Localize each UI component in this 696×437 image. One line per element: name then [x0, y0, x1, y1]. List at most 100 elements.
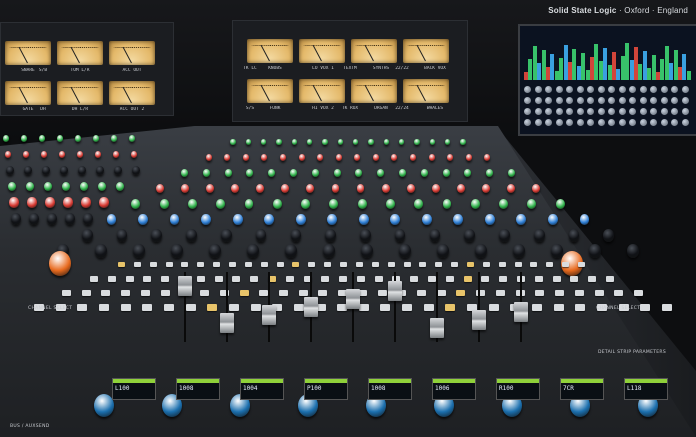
channel-button[interactable]: [534, 276, 543, 282]
channel-button[interactable]: [380, 304, 391, 311]
channel-button[interactable]: [77, 304, 88, 311]
channel-button[interactable]: [339, 276, 348, 282]
eq-knob[interactable]: [3, 135, 9, 142]
channel-button[interactable]: [298, 290, 308, 296]
fader-track[interactable]: [478, 272, 480, 342]
gain-knob[interactable]: [437, 244, 449, 258]
channel-button[interactable]: [562, 262, 570, 267]
eq-knob[interactable]: [322, 139, 328, 146]
eq-knob[interactable]: [111, 135, 117, 142]
channel-button[interactable]: [276, 262, 284, 267]
channel-button[interactable]: [229, 262, 237, 267]
channel-button[interactable]: [125, 276, 134, 282]
eq-knob[interactable]: [357, 199, 367, 210]
channel-button[interactable]: [149, 262, 157, 267]
gain-knob[interactable]: [361, 244, 373, 258]
channel-fader[interactable]: [220, 313, 234, 333]
eq-knob[interactable]: [114, 166, 122, 175]
channel-button[interactable]: [546, 262, 554, 267]
channel-button[interactable]: [181, 262, 189, 267]
channel-fader[interactable]: [472, 310, 486, 330]
gain-knob[interactable]: [603, 229, 615, 242]
channel-button[interactable]: [417, 290, 427, 296]
eq-knob[interactable]: [75, 135, 81, 142]
eq-knob[interactable]: [129, 135, 135, 142]
channel-button[interactable]: [340, 262, 348, 267]
channel-button[interactable]: [451, 262, 459, 267]
channel-button[interactable]: [574, 290, 584, 296]
channel-button[interactable]: [445, 304, 456, 311]
eq-knob[interactable]: [442, 169, 450, 178]
gain-knob[interactable]: [568, 229, 580, 242]
channel-button[interactable]: [495, 290, 505, 296]
gain-knob[interactable]: [290, 229, 302, 242]
channel-button[interactable]: [555, 290, 565, 296]
channel-button[interactable]: [402, 304, 413, 311]
channel-button[interactable]: [377, 290, 387, 296]
channel-button[interactable]: [355, 262, 363, 267]
channel-button[interactable]: [578, 262, 585, 267]
channel-button[interactable]: [463, 276, 472, 282]
eq-knob[interactable]: [276, 139, 282, 146]
channel-button[interactable]: [232, 276, 241, 282]
eq-knob[interactable]: [224, 169, 232, 178]
channel-button[interactable]: [308, 262, 316, 267]
eq-knob[interactable]: [39, 135, 45, 142]
eq-knob[interactable]: [60, 166, 68, 175]
channel-button[interactable]: [594, 290, 604, 296]
channel-button[interactable]: [482, 262, 490, 267]
channel-button[interactable]: [98, 304, 109, 311]
eq-knob[interactable]: [456, 184, 465, 194]
pan-knob[interactable]: [579, 214, 590, 226]
channel-button[interactable]: [358, 304, 369, 311]
eq-knob[interactable]: [83, 213, 93, 225]
channel-button[interactable]: [371, 262, 379, 267]
eq-knob[interactable]: [431, 184, 440, 194]
channel-button[interactable]: [165, 262, 173, 267]
gain-knob[interactable]: [171, 244, 183, 258]
channel-button[interactable]: [185, 304, 196, 311]
eq-knob[interactable]: [428, 154, 435, 162]
eq-knob[interactable]: [298, 154, 305, 162]
gain-knob[interactable]: [394, 229, 406, 242]
eq-knob[interactable]: [63, 197, 73, 208]
channel-button[interactable]: [140, 290, 150, 296]
channel-button[interactable]: [428, 276, 437, 282]
gain-knob[interactable]: [151, 229, 163, 242]
channel-button[interactable]: [260, 262, 268, 267]
gain-knob[interactable]: [285, 244, 297, 258]
channel-button[interactable]: [535, 290, 545, 296]
channel-button[interactable]: [499, 276, 508, 282]
channel-button[interactable]: [160, 290, 170, 296]
gain-knob[interactable]: [255, 229, 267, 242]
channel-fader[interactable]: [178, 276, 192, 296]
channel-button[interactable]: [90, 276, 98, 282]
channel-button[interactable]: [133, 262, 141, 267]
eq-knob[interactable]: [24, 166, 32, 175]
gain-knob[interactable]: [133, 244, 145, 258]
channel-button[interactable]: [456, 290, 466, 296]
channel-button[interactable]: [553, 304, 564, 311]
eq-knob[interactable]: [57, 135, 63, 142]
channel-button[interactable]: [419, 262, 427, 267]
channel-button[interactable]: [161, 276, 170, 282]
gain-knob[interactable]: [533, 229, 545, 242]
channel-button[interactable]: [239, 290, 249, 296]
eq-knob[interactable]: [11, 213, 21, 225]
eq-knob[interactable]: [93, 135, 99, 142]
channel-button[interactable]: [575, 304, 586, 311]
channel-button[interactable]: [498, 262, 506, 267]
eq-knob[interactable]: [368, 139, 374, 146]
gain-knob[interactable]: [186, 229, 197, 242]
channel-button[interactable]: [435, 262, 443, 267]
channel-button[interactable]: [481, 276, 490, 282]
channel-button[interactable]: [163, 304, 174, 311]
channel-button[interactable]: [552, 276, 561, 282]
channel-button[interactable]: [387, 262, 395, 267]
gain-knob[interactable]: [513, 244, 525, 258]
channel-button[interactable]: [606, 276, 614, 282]
gain-knob[interactable]: [209, 244, 221, 258]
channel-button[interactable]: [634, 290, 643, 296]
channel-button[interactable]: [278, 290, 288, 296]
channel-button[interactable]: [318, 290, 328, 296]
